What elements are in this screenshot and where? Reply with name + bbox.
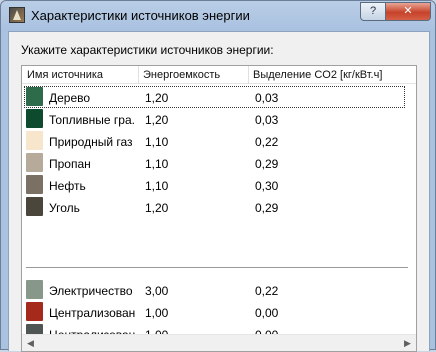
column-header-name[interactable]: Имя источника <box>27 69 103 81</box>
list-row[interactable]: Уголь 1,20 0,29 <box>22 196 416 218</box>
list-row[interactable]: Централизован... 1,00 0,00 <box>22 301 416 323</box>
source-name: Природный газ <box>49 135 133 149</box>
horizontal-scrollbar[interactable]: ◀ ▶ <box>22 334 416 351</box>
list-row[interactable]: Дерево 1,20 0,03 <box>24 86 405 108</box>
energy-value[interactable]: 1,10 <box>145 157 168 171</box>
list-header: Имя источника Энергоемкость Выделение CO… <box>22 66 416 84</box>
column-separator[interactable] <box>138 66 139 84</box>
column-separator[interactable] <box>248 66 249 84</box>
help-button[interactable]: ? <box>360 2 386 21</box>
co2-value[interactable]: 0,00 <box>255 306 278 320</box>
color-swatch[interactable] <box>26 197 43 216</box>
list-row[interactable]: Нефть 1,10 0,30 <box>22 174 416 196</box>
color-swatch[interactable] <box>26 131 43 150</box>
list-row[interactable]: Природный газ 1,10 0,22 <box>22 130 416 152</box>
co2-value[interactable]: 0,29 <box>255 157 278 171</box>
source-name: Уголь <box>49 201 80 215</box>
co2-value[interactable]: 0,29 <box>255 201 278 215</box>
dialog-body: Укажите характеристики источников энерги… <box>8 31 430 352</box>
color-swatch[interactable] <box>26 153 43 172</box>
energy-sources-list[interactable]: Имя источника Энергоемкость Выделение CO… <box>21 65 417 352</box>
column-header-energy[interactable]: Энергоемкость <box>143 69 220 81</box>
source-name: Нефть <box>49 179 86 193</box>
source-name: Дерево <box>49 91 91 105</box>
list-row[interactable]: Топливные гра... 1,20 0,03 <box>22 108 416 130</box>
source-name: Электричество <box>49 284 133 298</box>
source-name: Пропан <box>49 157 91 171</box>
scroll-left-icon[interactable]: ◀ <box>22 335 39 351</box>
co2-value[interactable]: 0,22 <box>255 135 278 149</box>
color-swatch[interactable] <box>26 175 43 194</box>
source-name: Централизован... <box>49 306 135 320</box>
column-header-co2[interactable]: Выделение CO2 [кг/кВт.ч] <box>253 69 382 81</box>
prompt-label: Укажите характеристики источников энерги… <box>21 43 274 57</box>
co2-value[interactable]: 0,30 <box>255 179 278 193</box>
color-swatch[interactable] <box>26 109 43 128</box>
color-swatch[interactable] <box>26 302 43 321</box>
energy-value[interactable]: 3,00 <box>145 284 168 298</box>
list-row[interactable]: Пропан 1,10 0,29 <box>22 152 416 174</box>
co2-value[interactable]: 0,03 <box>255 91 278 105</box>
list-row[interactable]: Электричество 3,00 0,22 <box>22 279 416 301</box>
window-title: Характеристики источников энергии <box>31 8 250 23</box>
energy-value[interactable]: 1,20 <box>145 201 168 215</box>
co2-value[interactable]: 0,22 <box>255 284 278 298</box>
energy-value[interactable]: 1,10 <box>145 179 168 193</box>
energy-value[interactable]: 1,20 <box>145 91 168 105</box>
dialog-window: Характеристики источников энергии ? ✕ Ук… <box>0 0 436 352</box>
color-swatch[interactable] <box>26 280 43 299</box>
co2-value[interactable]: 0,03 <box>255 113 278 127</box>
title-bar[interactable]: Характеристики источников энергии ? ✕ <box>1 1 435 31</box>
color-swatch[interactable] <box>26 87 43 106</box>
energy-value[interactable]: 1,20 <box>145 113 168 127</box>
scroll-right-icon[interactable]: ▶ <box>399 335 416 351</box>
group-divider <box>26 267 408 268</box>
close-button[interactable]: ✕ <box>385 2 431 21</box>
energy-value[interactable]: 1,10 <box>145 135 168 149</box>
source-name: Топливные гра... <box>49 113 135 127</box>
energy-value[interactable]: 1,00 <box>145 306 168 320</box>
app-icon <box>9 7 25 23</box>
